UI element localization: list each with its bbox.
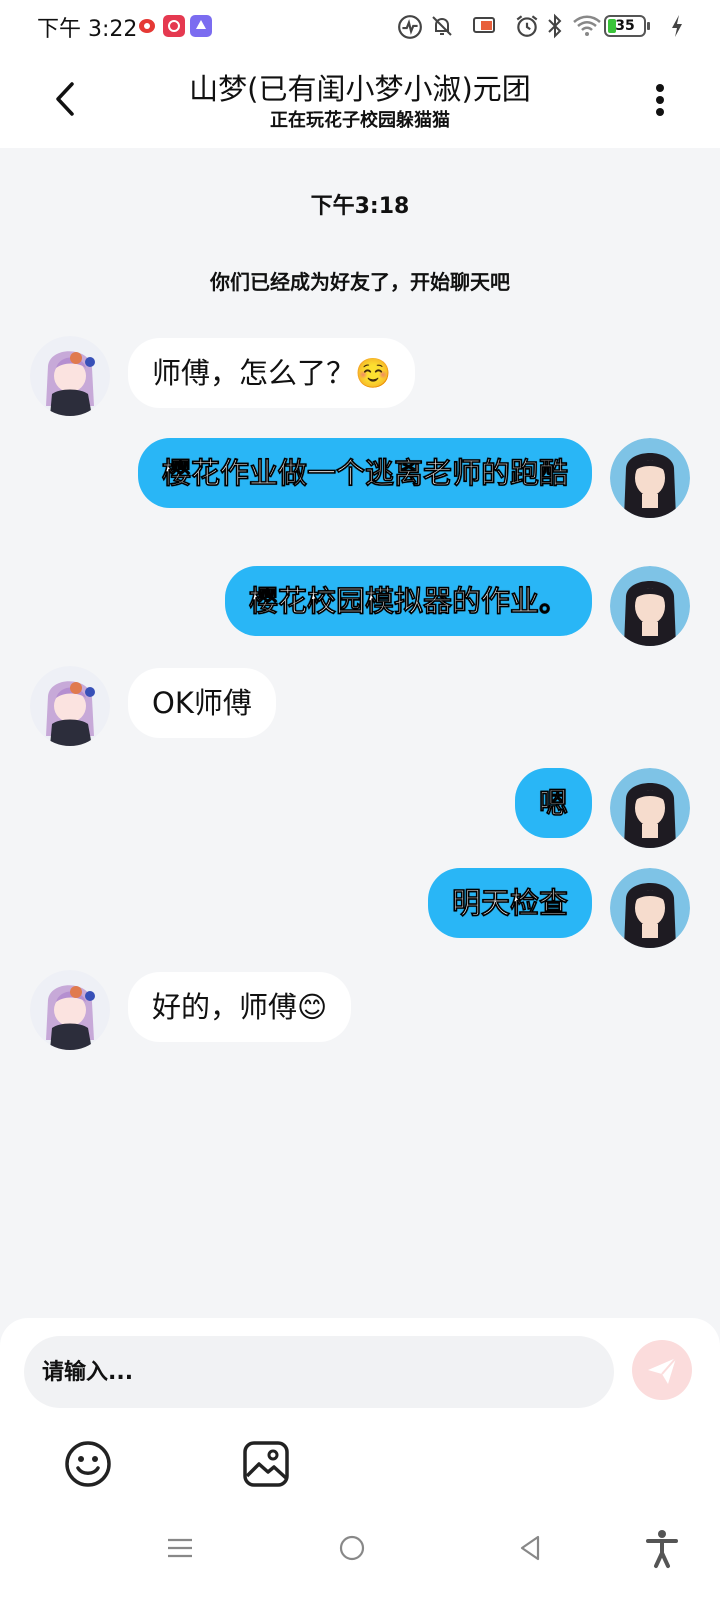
friend-avatar[interactable] — [30, 336, 110, 416]
friend-avatar[interactable] — [30, 970, 110, 1050]
mute-bell-icon — [432, 16, 452, 36]
my-avatar[interactable] — [610, 566, 690, 646]
back-icon[interactable] — [508, 1526, 552, 1570]
alarm-icon — [516, 15, 538, 37]
my-avatar[interactable] — [610, 768, 690, 848]
message-input[interactable] — [24, 1336, 614, 1408]
message-bubble-left[interactable]: 好的，师傅😊 — [128, 972, 352, 1042]
send-button[interactable] — [632, 1340, 692, 1400]
battery-indicator: 35 — [604, 15, 646, 37]
notification-app-icon — [137, 15, 159, 37]
message-bubble-right[interactable]: 樱花校园模拟器的作业。 — [224, 566, 592, 636]
message-time-stamp: 下午3:18 — [310, 194, 410, 219]
charging-icon — [672, 15, 682, 37]
status-bar: 下午 3:22 35 — [0, 0, 720, 52]
message-bubble-right[interactable]: 樱花作业做一个逃离老师的跑酷 — [138, 438, 592, 508]
image-icon[interactable] — [240, 1438, 292, 1490]
system-navigation-bar — [0, 1500, 720, 1600]
send-icon — [648, 1357, 677, 1384]
battery-tip — [647, 22, 650, 30]
back-arrow-icon[interactable] — [40, 74, 90, 124]
message-bubble-left[interactable]: OK师傅 — [128, 668, 276, 738]
more-options-button[interactable] — [640, 80, 680, 120]
home-icon[interactable] — [330, 1526, 374, 1570]
chat-header: 山梦(已有闺小梦小淑)元团 正在玩花子校园躲猫猫 — [0, 52, 720, 148]
cast-icon — [473, 17, 495, 33]
emoji-icon[interactable] — [62, 1438, 114, 1490]
friend-avatar[interactable] — [30, 666, 110, 746]
accessibility-icon[interactable] — [640, 1526, 684, 1570]
menu-icon[interactable] — [158, 1526, 202, 1570]
my-avatar[interactable] — [610, 868, 690, 948]
system-message: 你们已经成为好友了，开始聊天吧 — [210, 270, 510, 294]
message-input-container — [24, 1336, 614, 1408]
chat-title: 山梦(已有闺小梦小淑)元团 — [189, 72, 531, 106]
my-avatar[interactable] — [610, 438, 690, 518]
message-bubble-left[interactable]: 师傅，怎么了？☺️ — [128, 338, 416, 408]
status-time: 下午 3:22 — [37, 17, 138, 42]
message-bubble-right[interactable]: 明天检查 — [427, 868, 592, 938]
message-bubble-right[interactable]: 嗯 — [514, 768, 592, 838]
notification-app-icon — [190, 15, 212, 37]
bluetooth-icon — [548, 13, 562, 39]
notification-app-icon — [163, 15, 185, 37]
battery-level: 35 — [615, 18, 635, 34]
chat-messages: 下午3:18 你们已经成为好友了，开始聊天吧 师傅，怎么了？☺️ 樱花作业做一个… — [0, 148, 720, 1318]
wifi-icon — [573, 15, 601, 36]
activity-icon — [398, 15, 422, 39]
chat-status: 正在玩花子校园躲猫猫 — [270, 110, 450, 131]
